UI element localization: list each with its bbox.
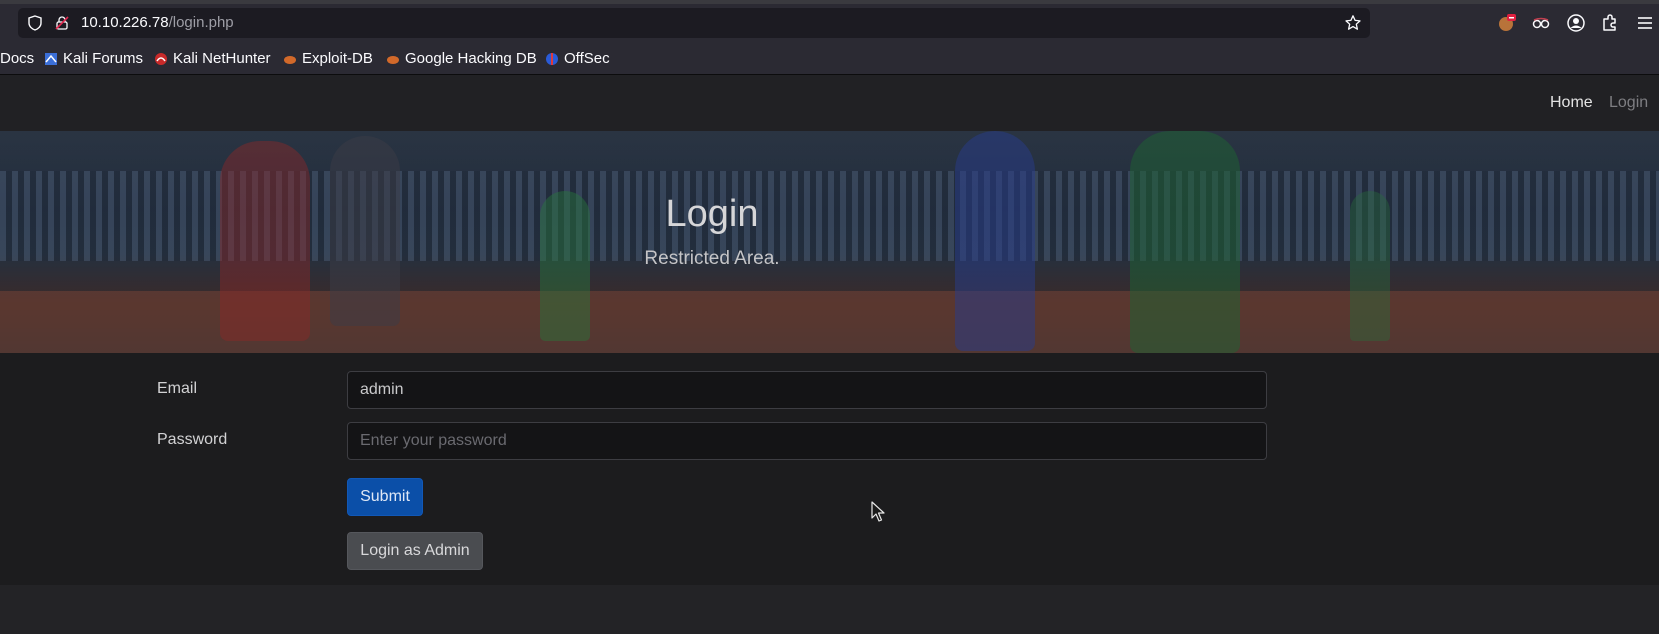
bookmark-label: Docs xyxy=(0,50,35,67)
mask-extension-icon[interactable] xyxy=(1531,13,1551,33)
toolbar-icons xyxy=(1490,8,1659,38)
password-label: Password xyxy=(157,431,228,448)
submit-button[interactable]: Submit xyxy=(347,478,423,516)
offsec-icon xyxy=(546,52,558,65)
bookmarks-toolbar: Docs Kali Forums Kali NetHunter Exploit-… xyxy=(0,42,1659,75)
password-field[interactable] xyxy=(347,422,1267,460)
kali-nethunter-icon xyxy=(155,52,167,65)
bookmark-google-hacking-db[interactable]: Google Hacking DB xyxy=(386,50,537,67)
bookmark-docs[interactable]: Docs xyxy=(0,50,34,67)
ghdb-icon xyxy=(387,55,399,64)
kali-forums-icon xyxy=(45,52,57,65)
extension-badge-icon[interactable] xyxy=(1497,13,1517,33)
email-field[interactable] xyxy=(347,371,1267,409)
login-as-admin-button[interactable]: Login as Admin xyxy=(347,532,483,570)
bookmark-label: OffSec xyxy=(564,50,610,67)
bookmark-kali-forums[interactable]: Kali Forums xyxy=(44,50,143,67)
athlete-figure xyxy=(220,141,310,341)
page-title: Login xyxy=(665,193,759,235)
bookmark-label: Kali NetHunter xyxy=(173,50,271,67)
nav-login-link[interactable]: Login xyxy=(1609,94,1648,112)
menu-hamburger-icon[interactable] xyxy=(1635,13,1655,33)
hero-banner: Login Restricted Area. xyxy=(0,131,1659,353)
athlete-figure xyxy=(1130,131,1240,353)
insecure-lock-icon[interactable] xyxy=(54,15,70,31)
mouse-cursor-icon xyxy=(871,501,885,522)
tracking-protection-shield-icon[interactable] xyxy=(27,15,43,31)
bookmark-label: Exploit-DB xyxy=(302,50,373,67)
extensions-puzzle-icon[interactable] xyxy=(1600,13,1620,33)
page-subtitle: Restricted Area. xyxy=(644,248,780,269)
url-path: /login.php xyxy=(168,14,234,31)
url-host: 10.10.226.78 xyxy=(81,14,169,31)
bookmark-exploit-db[interactable]: Exploit-DB xyxy=(283,50,373,67)
bookmark-label: Google Hacking DB xyxy=(405,50,537,67)
site-navbar: Home Login xyxy=(0,75,1659,131)
exploit-db-icon xyxy=(284,55,296,64)
bookmark-star-icon[interactable] xyxy=(1344,14,1362,32)
page-footer xyxy=(0,585,1659,634)
email-label: Email xyxy=(157,380,198,397)
browser-toolbar: 10.10.226.78/login.php xyxy=(0,4,1659,42)
nav-home-link[interactable]: Home xyxy=(1550,94,1593,112)
login-form: Email Password Submit Login as Admin xyxy=(0,353,1659,585)
bookmark-label: Kali Forums xyxy=(63,50,144,67)
account-icon[interactable] xyxy=(1566,13,1586,33)
athlete-figure xyxy=(955,131,1035,351)
bookmark-kali-nethunter[interactable]: Kali NetHunter xyxy=(154,50,271,67)
address-bar[interactable]: 10.10.226.78/login.php xyxy=(18,8,1370,38)
url-text[interactable]: 10.10.226.78/login.php xyxy=(81,14,234,31)
bookmark-offsec[interactable]: OffSec xyxy=(545,50,610,67)
web-page: Home Login Login Restricted Area. Email … xyxy=(0,75,1659,634)
